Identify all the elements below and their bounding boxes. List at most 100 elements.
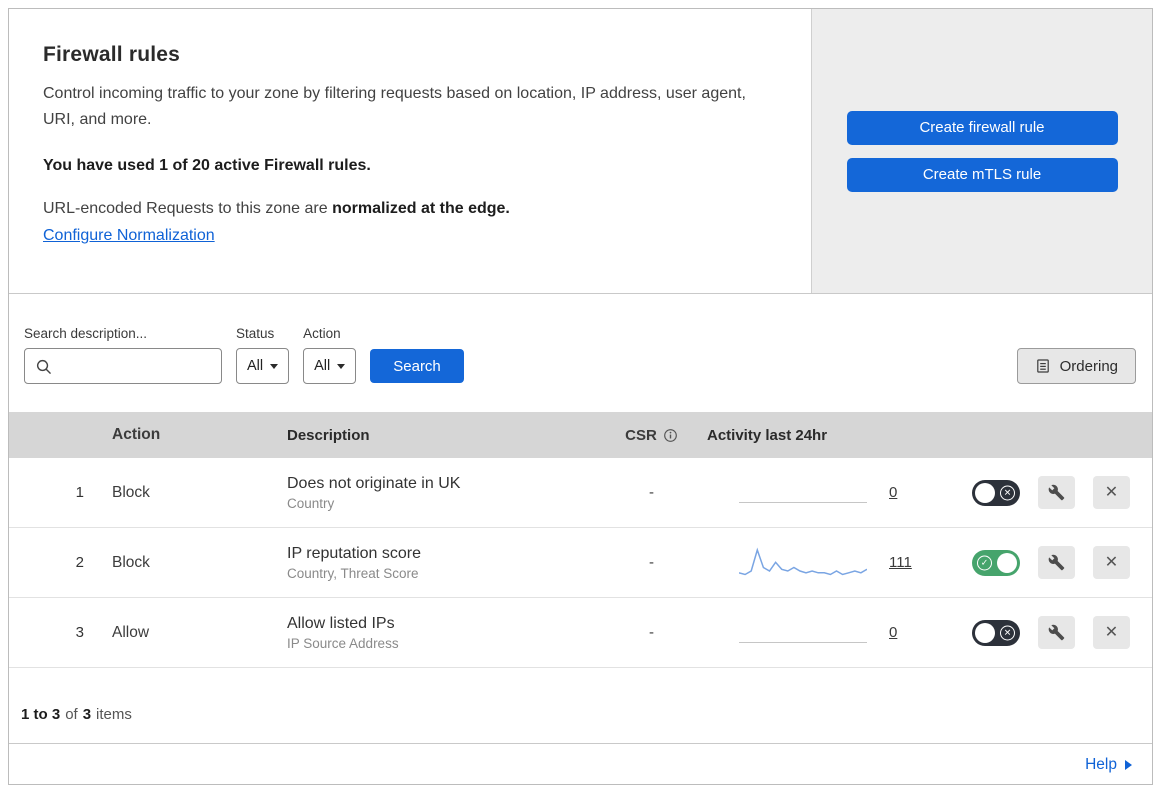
rule-csr-value: -: [649, 554, 654, 571]
rule-fields: Country: [287, 495, 335, 511]
rule-description: IP reputation score: [287, 544, 422, 562]
action-filter-dropdown[interactable]: All: [303, 348, 357, 384]
status-filter-group: Status All: [236, 326, 290, 384]
check-icon: ✓: [977, 555, 992, 570]
edit-rule-button[interactable]: [1038, 546, 1075, 579]
x-icon: ✕: [1000, 625, 1015, 640]
create-firewall-rule-button[interactable]: Create firewall rule: [846, 110, 1118, 145]
rule-action: Block: [112, 483, 150, 501]
rule-enabled-toggle[interactable]: ✓ ✕: [972, 619, 1020, 646]
close-icon: ✕: [1104, 623, 1119, 641]
usage-summary: You have used 1 of 20 active Firewall ru…: [43, 157, 371, 175]
activity-sparkline: [739, 501, 867, 503]
rule-csr-value: -: [649, 484, 654, 501]
status-label: Status: [236, 326, 275, 341]
rule-fields: IP Source Address: [287, 635, 399, 651]
page-description: Control incoming traffic to your zone by…: [43, 85, 746, 128]
ordering-button[interactable]: Ordering: [1016, 348, 1136, 384]
delete-rule-button[interactable]: ✕: [1093, 616, 1130, 649]
ordering-label: Ordering: [1059, 357, 1118, 375]
rule-description-cell: Does not originate in UK Country: [279, 475, 604, 511]
wrench-icon: [1048, 484, 1065, 501]
page-title: Firewall rules: [43, 43, 181, 66]
rule-enabled-toggle[interactable]: ✓ ✕: [972, 549, 1020, 576]
rule-controls: ✓ ✕ ✕: [914, 616, 1152, 649]
rule-action: Allow: [112, 623, 150, 641]
firewall-rules-card: Firewall rules Control incoming traffic …: [8, 8, 1153, 785]
header-actions-panel: Create firewall rule Create mTLS rule: [811, 9, 1152, 293]
delete-rule-button[interactable]: ✕: [1093, 476, 1130, 509]
rule-fields: Country, Threat Score: [287, 565, 419, 581]
items-label: items: [96, 706, 132, 723]
filter-controls: Search description... Status All Action …: [24, 326, 464, 384]
rule-activity-cell: 0: [699, 623, 914, 643]
info-icon[interactable]: [663, 428, 678, 443]
column-header-action: Action: [112, 426, 161, 443]
ordering-icon: [1036, 359, 1049, 373]
configure-normalization-link[interactable]: Configure Normalization: [43, 227, 215, 245]
search-button[interactable]: Search: [370, 349, 464, 383]
rule-activity-cell: 0: [699, 483, 914, 503]
pagination-summary: 1 to 3 of 3 items: [9, 668, 1152, 743]
activity-count-link[interactable]: 0: [889, 624, 897, 641]
rule-activity-cell: 111: [699, 546, 914, 580]
filter-bar: Search description... Status All Action …: [9, 294, 1152, 412]
items-of-text: of: [65, 706, 78, 723]
csr-header-label: CSR: [625, 426, 657, 444]
table-row: 3 Allow Allow listed IPs IP Source Addre…: [9, 598, 1152, 668]
rule-description-cell: Allow listed IPs IP Source Address: [279, 615, 604, 651]
column-header-activity: Activity last 24hr: [707, 426, 828, 444]
activity-sparkline: [739, 641, 867, 643]
rule-csr-value: -: [649, 624, 654, 641]
rule-controls: ✓ ✕ ✕: [914, 546, 1152, 579]
toggle-knob: [975, 622, 995, 643]
normalization-bold-text: normalized at the edge.: [332, 200, 510, 218]
rule-priority: 2: [75, 554, 84, 571]
column-header-csr: CSR: [604, 427, 699, 444]
rule-description: Allow listed IPs: [287, 614, 395, 632]
help-link[interactable]: Help: [1085, 756, 1117, 774]
action-filter-group: Action All: [303, 326, 357, 384]
search-filter-group: Search description...: [24, 326, 222, 384]
rule-description: Does not originate in UK: [287, 474, 461, 492]
table-row: 1 Block Does not originate in UK Country…: [9, 458, 1152, 528]
items-total: 3: [82, 706, 92, 723]
chevron-down-icon: [270, 363, 279, 369]
toggle-knob: [975, 482, 995, 503]
rule-priority: 1: [75, 484, 84, 501]
search-label: Search description...: [24, 326, 148, 341]
edit-rule-button[interactable]: [1038, 476, 1075, 509]
header-section: Firewall rules Control incoming traffic …: [9, 9, 1152, 294]
search-description-input[interactable]: [58, 358, 211, 374]
activity-count-link[interactable]: 0: [889, 484, 897, 501]
table-header-row: Action Description CSR Activity last 24h…: [9, 412, 1152, 458]
activity-count-link[interactable]: 111: [889, 554, 912, 571]
rules-table: Action Description CSR Activity last 24h…: [9, 412, 1152, 668]
wrench-icon: [1048, 624, 1065, 641]
x-icon: ✕: [1000, 485, 1015, 500]
rule-controls: ✓ ✕ ✕: [914, 476, 1152, 509]
search-box[interactable]: [24, 348, 222, 384]
rule-priority: 3: [75, 624, 84, 641]
toggle-knob: [997, 552, 1017, 573]
search-icon: [36, 359, 51, 374]
action-label: Action: [303, 326, 341, 341]
chevron-down-icon: [337, 363, 346, 369]
edit-rule-button[interactable]: [1038, 616, 1075, 649]
create-mtls-rule-button[interactable]: Create mTLS rule: [846, 157, 1118, 192]
close-icon: ✕: [1104, 553, 1119, 571]
normalization-text: URL-encoded Requests to this zone are: [43, 200, 333, 218]
wrench-icon: [1048, 554, 1065, 571]
status-filter-value: All: [247, 358, 264, 374]
status-filter-dropdown[interactable]: All: [236, 348, 290, 384]
header-text-area: Firewall rules Control incoming traffic …: [9, 9, 811, 293]
normalization-note: URL-encoded Requests to this zone are no…: [43, 200, 771, 218]
action-filter-value: All: [314, 358, 331, 374]
rule-description-cell: IP reputation score Country, Threat Scor…: [279, 545, 604, 581]
rule-enabled-toggle[interactable]: ✓ ✕: [972, 479, 1020, 506]
triangle-right-icon: [1125, 760, 1132, 770]
activity-sparkline: [739, 547, 867, 575]
column-header-description: Description: [287, 426, 370, 444]
rule-action: Block: [112, 553, 150, 571]
delete-rule-button[interactable]: ✕: [1093, 546, 1130, 579]
